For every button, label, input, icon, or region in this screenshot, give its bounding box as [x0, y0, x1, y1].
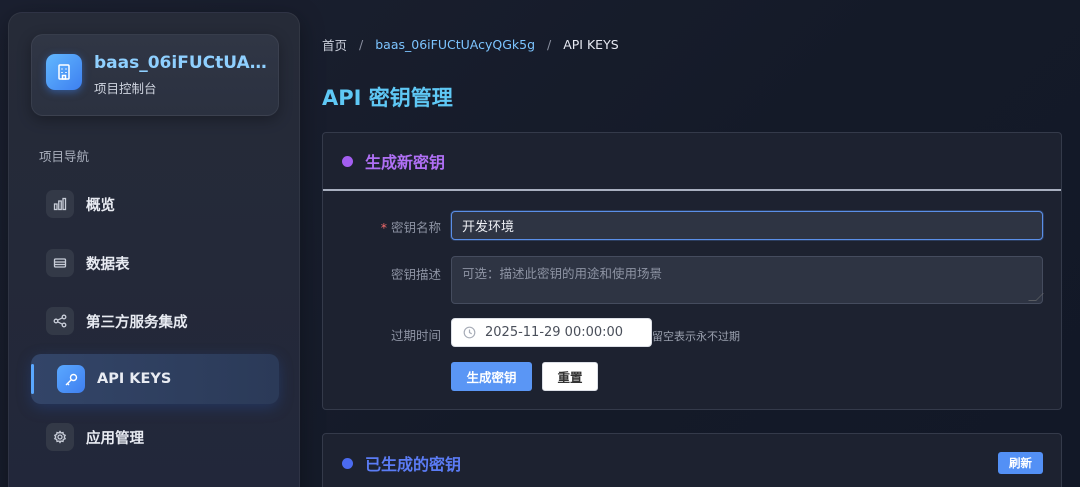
table-icon — [46, 249, 74, 277]
sidebar-item-label: 概览 — [86, 197, 115, 214]
refresh-button[interactable]: 刷新 — [998, 452, 1043, 474]
share-icon — [46, 307, 74, 335]
building-icon — [46, 54, 82, 90]
breadcrumb-project[interactable]: baas_06iFUCtUAcyQGk5g — [375, 37, 535, 52]
sidebar: baas_06iFUCtUAcyQGk5g 项目控制台 项目导航 概览 数据表 — [8, 12, 300, 487]
project-name: baas_06iFUCtUAcyQGk5g — [94, 53, 270, 73]
generated-keys-panel: 已生成的密钥 刷新 — [322, 433, 1062, 487]
required-mark: * — [380, 220, 387, 235]
clock-icon — [463, 326, 476, 339]
breadcrumb-separator: / — [547, 37, 552, 52]
create-key-title: 生成新密钥 — [365, 153, 446, 172]
project-card[interactable]: baas_06iFUCtUAcyQGk5g 项目控制台 — [31, 34, 279, 116]
sidebar-item-app-management[interactable]: 应用管理 — [31, 412, 279, 462]
reset-button[interactable]: 重置 — [542, 362, 598, 391]
breadcrumb-separator: / — [359, 37, 364, 52]
generated-keys-panel-header: 已生成的密钥 刷新 — [323, 434, 1061, 487]
sidebar-item-integrations[interactable]: 第三方服务集成 — [31, 296, 279, 346]
key-icon — [57, 365, 85, 393]
bar-chart-icon — [46, 190, 74, 218]
generate-key-button[interactable]: 生成密钥 — [451, 362, 532, 391]
key-name-input[interactable]: 开发环境 — [451, 211, 1043, 240]
expire-time-label: 过期时间 — [390, 328, 441, 343]
section-dot-icon — [342, 457, 353, 469]
expire-hint: 留空表示永不过期 — [652, 330, 740, 343]
gear-icon — [46, 423, 74, 451]
sidebar-item-label: 第三方服务集成 — [86, 314, 188, 331]
app-root: baas_06iFUCtUAcyQGk5g 项目控制台 项目导航 概览 数据表 — [0, 0, 1080, 487]
sidebar-item-overview[interactable]: 概览 — [31, 179, 279, 229]
section-dot-icon — [342, 155, 353, 167]
create-key-panel: 生成新密钥 * 密钥名称 开发环境 密钥描述 可选：描述此密钥的用途和使用场景 过… — [322, 132, 1062, 410]
key-description-textarea[interactable]: 可选：描述此密钥的用途和使用场景 — [451, 256, 1044, 304]
sidebar-item-label: API KEYS — [97, 371, 172, 387]
expire-datetime-value: 2025-11-29 00:00:00 — [485, 325, 624, 340]
sidebar-item-label: 应用管理 — [86, 430, 144, 447]
resize-handle-icon[interactable] — [1028, 293, 1044, 301]
sidebar-item-label: 数据表 — [86, 256, 130, 273]
project-subtitle: 项目控制台 — [94, 81, 157, 96]
generated-keys-title: 已生成的密钥 — [365, 455, 462, 474]
sidebar-item-tables[interactable]: 数据表 — [31, 238, 279, 288]
nav-section-title: 项目导航 — [39, 149, 90, 164]
expire-datetime-picker[interactable]: 2025-11-29 00:00:00 — [451, 318, 652, 347]
key-description-label: 密钥描述 — [390, 267, 441, 282]
key-name-label: * 密钥名称 — [381, 217, 441, 236]
sidebar-item-api-keys[interactable]: API KEYS — [31, 354, 279, 404]
page-title: API 密钥管理 — [322, 86, 453, 110]
create-key-panel-header: 生成新密钥 — [323, 133, 1061, 191]
breadcrumb-home[interactable]: 首页 — [322, 35, 347, 54]
key-name-label-text: 密钥名称 — [390, 220, 441, 235]
breadcrumb-current: API KEYS — [563, 37, 619, 52]
key-description-placeholder: 可选：描述此密钥的用途和使用场景 — [462, 266, 663, 281]
breadcrumb: 首页 / baas_06iFUCtUAcyQGk5g / API KEYS — [322, 35, 619, 54]
